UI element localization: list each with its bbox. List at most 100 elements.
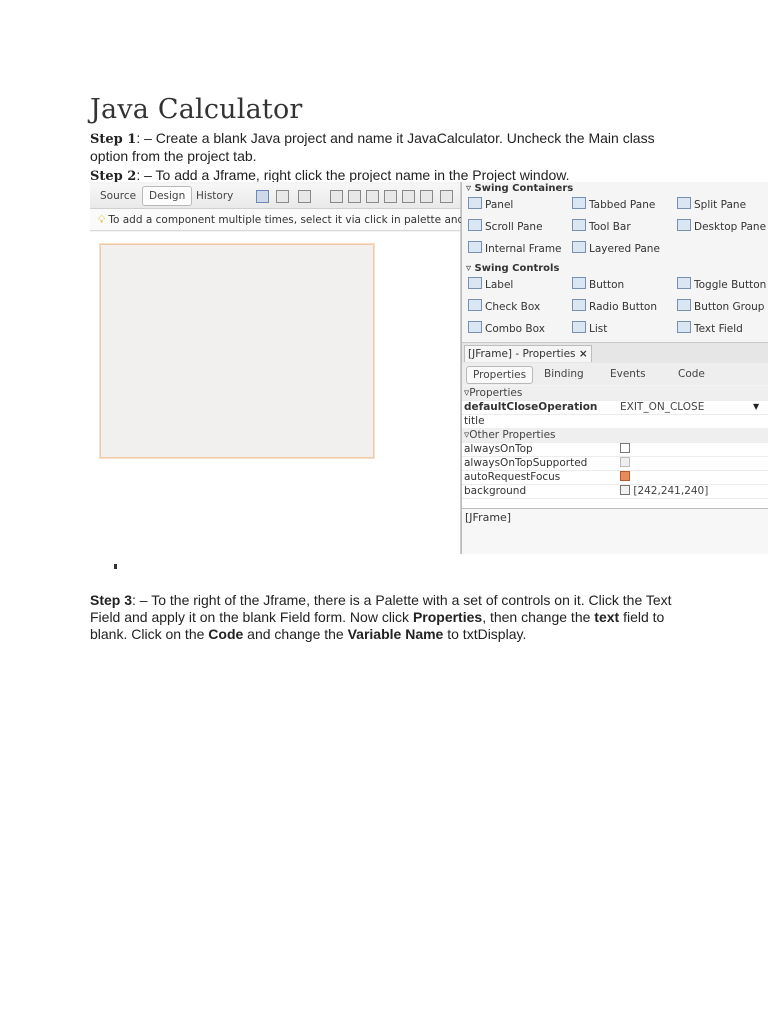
tab-events[interactable]: Events [604, 366, 652, 382]
selected-component-label: [JFrame] [462, 508, 768, 554]
scroll-pane-icon [468, 219, 482, 231]
palette-item-label: Radio Button [589, 301, 658, 313]
center-vertical-icon[interactable] [420, 190, 433, 203]
close-icon[interactable]: × [579, 348, 588, 360]
hint-text: To add a component multiple times, selec… [108, 214, 509, 226]
palette-item-check-box[interactable]: Check Box [468, 299, 540, 315]
property-row-title[interactable]: title [462, 414, 768, 429]
tab-design[interactable]: Design [142, 186, 193, 206]
tab-code[interactable]: Code [672, 366, 711, 382]
properties-group-row[interactable]: ▿Properties [462, 386, 768, 401]
align-top-icon[interactable] [384, 190, 397, 203]
group-label: Other Properties [469, 429, 556, 441]
center-horizontal-icon[interactable] [366, 190, 379, 203]
property-row-always-on-top[interactable]: alwaysOnTop [462, 442, 768, 457]
palette-item-scroll-pane[interactable]: Scroll Pane [468, 219, 543, 235]
connection-mode-icon[interactable] [276, 190, 289, 203]
palette-item-button[interactable]: Button [572, 277, 624, 293]
group-label: Properties [469, 387, 523, 399]
palette-item-label: Split Pane [694, 199, 747, 211]
palette-item-label: Scroll Pane [485, 221, 543, 233]
property-row-background[interactable]: background [242,241,240] [462, 484, 768, 499]
property-row-default-close-operation[interactable]: defaultCloseOperation EXIT_ON_CLOSE ▼ [462, 400, 768, 415]
palette-item-label: Button [589, 279, 625, 291]
palette-item-label: Text Field [694, 323, 743, 335]
radio-button-icon [572, 299, 586, 311]
tab-history[interactable]: History [190, 187, 239, 205]
property-name: title [464, 415, 485, 427]
split-pane-icon [677, 197, 691, 209]
step-3-text: and change the [243, 626, 348, 642]
property-row-always-on-top-supported[interactable]: alwaysOnTopSupported [462, 456, 768, 471]
jframe-form[interactable] [100, 244, 374, 458]
palette-item-label: Combo Box [485, 323, 545, 335]
palette-item-internal-frame[interactable]: Internal Frame [468, 241, 562, 257]
palette-item-split-pane[interactable]: Split Pane [677, 197, 746, 213]
palette-item-label: Tool Bar [589, 221, 631, 233]
property-name: defaultCloseOperation [464, 401, 598, 413]
step-3-bold-code: Code [208, 626, 244, 642]
other-properties-group-row[interactable]: ▿Other Properties [462, 428, 768, 443]
button-group-icon [677, 299, 691, 311]
dropdown-arrow-icon[interactable]: ▼ [753, 400, 759, 414]
checkbox-icon[interactable] [620, 443, 630, 453]
list-icon [572, 321, 586, 333]
align-right-icon[interactable] [348, 190, 361, 203]
palette-item-desktop-pane[interactable]: Desktop Pane [677, 219, 766, 235]
tab-properties[interactable]: Properties [466, 366, 534, 384]
lightbulb-icon: 💡︎ [98, 214, 106, 226]
palette-item-label: Label [485, 279, 514, 291]
properties-window-tabbar: [JFrame] - Properties × [462, 342, 768, 364]
palette-item-label: Tabbed Pane [589, 199, 656, 211]
palette-and-properties: ▿ Swing Containers Panel Tabbed Pane Spl… [461, 182, 768, 554]
palette-item-label: Layered Pane [589, 243, 660, 255]
tab-jframe-properties[interactable]: [JFrame] - Properties × [464, 345, 592, 362]
palette-item-button-group[interactable]: Button Group [677, 299, 764, 315]
align-left-icon[interactable] [330, 190, 343, 203]
checkbox-checked-icon[interactable] [620, 471, 630, 481]
palette-item-toggle-button[interactable]: Toggle Button [677, 277, 766, 293]
step-2-text: : – To add a Jframe, right click the pro… [136, 167, 570, 183]
palette-item-layered-pane[interactable]: Layered Pane [572, 241, 660, 257]
step-1-label: Step 1 [90, 132, 137, 147]
step-1-text: : – Create a blank Java project and name… [90, 130, 655, 164]
layered-pane-icon [572, 241, 586, 253]
text-field-icon [677, 321, 691, 333]
palette-item-label: Toggle Button [694, 279, 767, 291]
palette-item-combo-box[interactable]: Combo Box [468, 321, 545, 337]
palette-item-list[interactable]: List [572, 321, 607, 337]
palette-item-label-control[interactable]: Label [468, 277, 513, 293]
palette-item-radio-button[interactable]: Radio Button [572, 299, 657, 315]
toggle-button-icon [677, 277, 691, 289]
swing-controls-header[interactable]: ▿ Swing Controls [466, 262, 559, 275]
align-bottom-icon[interactable] [402, 190, 415, 203]
tab-source[interactable]: Source [94, 187, 142, 205]
step-3-bold-variable-name: Variable Name [347, 626, 444, 642]
step-3-text: , then change the [482, 609, 595, 625]
design-canvas [90, 232, 460, 554]
swing-containers-header[interactable]: ▿ Swing Containers [466, 182, 573, 195]
tab-binding[interactable]: Binding [538, 366, 590, 382]
palette-item-label: Internal Frame [485, 243, 562, 255]
design-editor: Source Design History 💡︎ To add a compone… [90, 182, 508, 554]
label-icon [468, 277, 482, 289]
palette-item-tool-bar[interactable]: Tool Bar [572, 219, 631, 235]
palette-item-label: Check Box [485, 301, 541, 313]
color-swatch-icon [620, 485, 630, 495]
document-title: Java Calculator [90, 94, 303, 125]
palette-item-tabbed-pane[interactable]: Tabbed Pane [572, 197, 655, 213]
resize-icon[interactable] [440, 190, 453, 203]
palette-item-panel[interactable]: Panel [468, 197, 513, 213]
swing-controls-label: Swing Controls [474, 263, 560, 274]
selection-mode-icon[interactable] [256, 190, 269, 203]
tool-bar-icon [572, 219, 586, 231]
property-value: [242,241,240] [633, 485, 709, 497]
swing-containers-label: Swing Containers [474, 183, 574, 194]
property-name: alwaysOnTop [464, 443, 533, 455]
preview-design-icon[interactable] [298, 190, 311, 203]
property-row-auto-request-focus[interactable]: autoRequestFocus [462, 470, 768, 485]
palette-item-label: Button Group [694, 301, 765, 313]
palette-item-text-field[interactable]: Text Field [677, 321, 743, 337]
checkbox-disabled-icon [620, 457, 630, 467]
palette-item-label: Desktop Pane [694, 221, 767, 233]
